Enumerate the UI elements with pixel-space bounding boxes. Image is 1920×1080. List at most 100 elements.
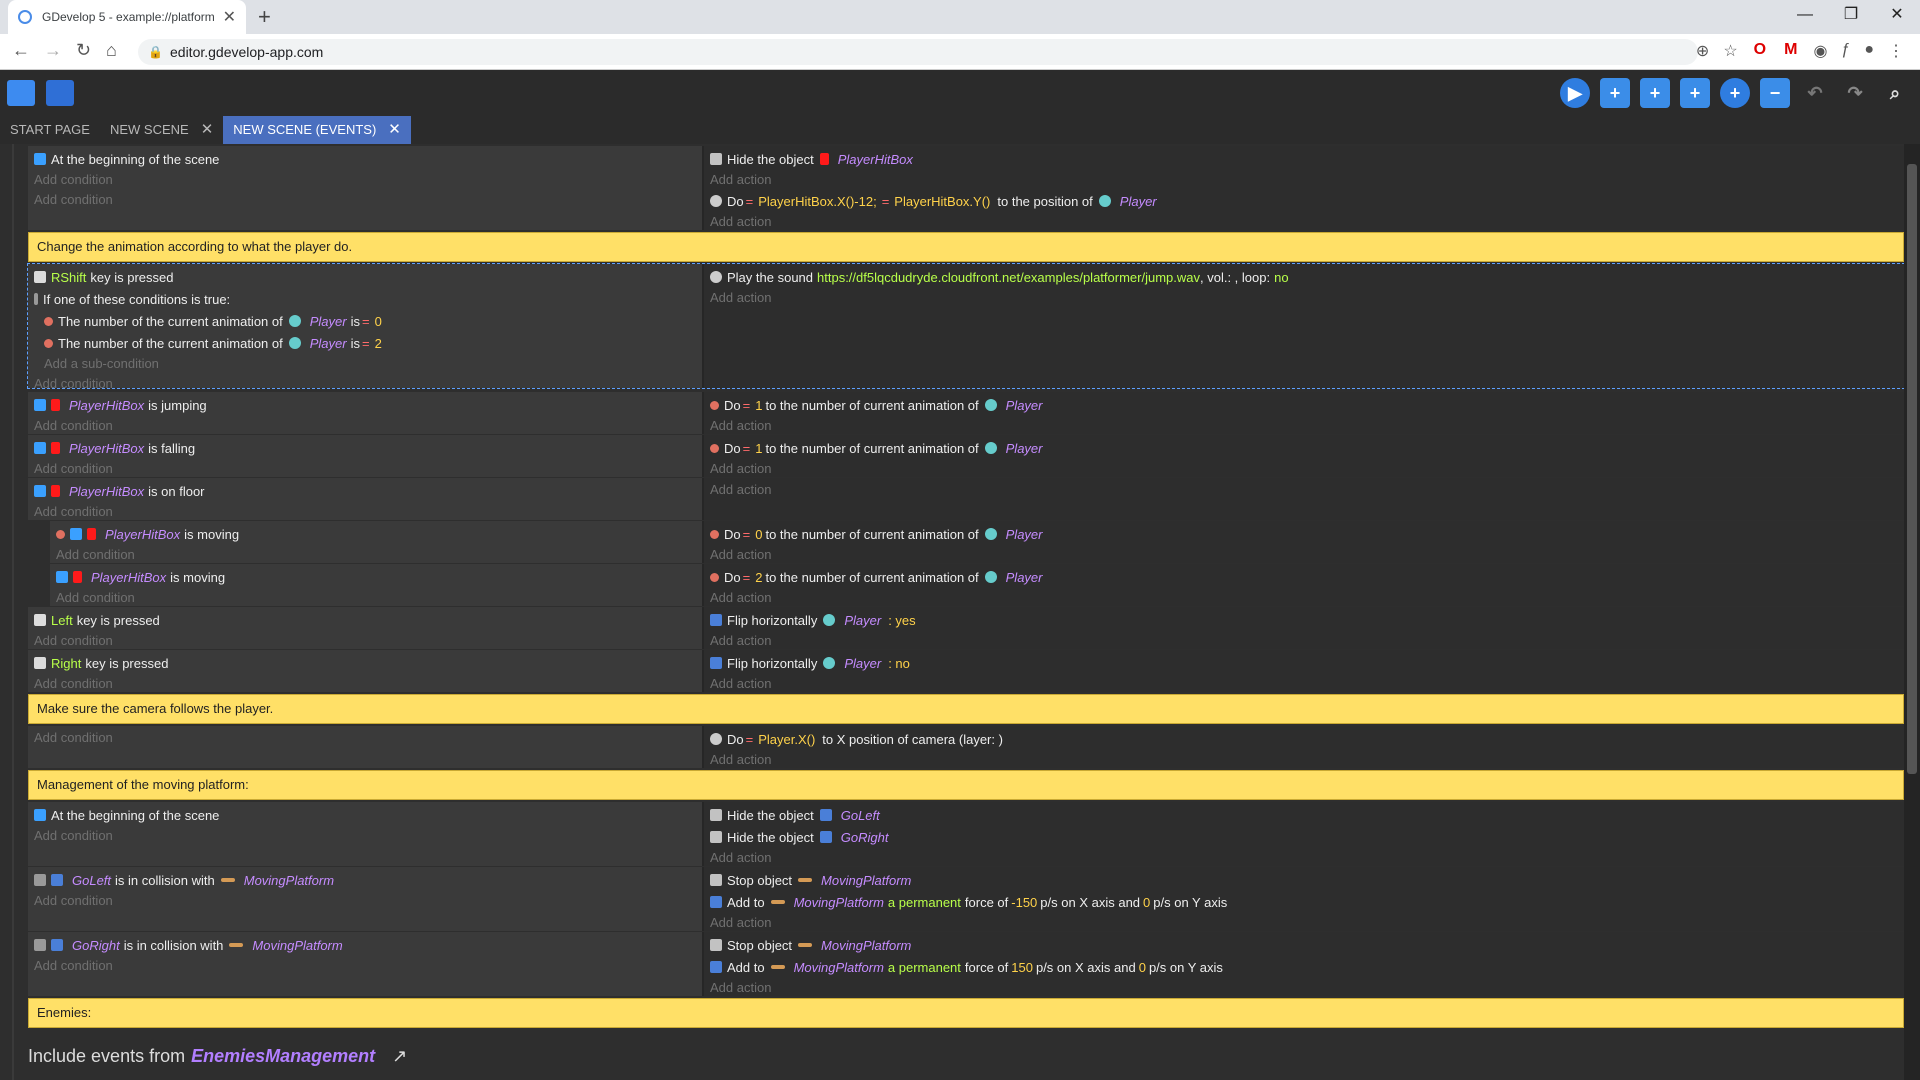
minimize-icon[interactable]: — bbox=[1782, 0, 1828, 34]
add-action-link[interactable]: Add action bbox=[704, 459, 1904, 479]
reload-icon[interactable]: ↻ bbox=[76, 40, 91, 61]
add-action-link[interactable]: Add action bbox=[704, 913, 1904, 933]
event-row[interactable]: At the beginning of the scene Add condit… bbox=[28, 802, 1904, 866]
install-icon[interactable]: ⊕ bbox=[1696, 41, 1709, 61]
conditions-column[interactable]: Add condition bbox=[28, 726, 704, 768]
search-icon[interactable]: ⌕ bbox=[1880, 78, 1910, 108]
add-other-icon[interactable]: + bbox=[1720, 78, 1750, 108]
condition[interactable]: PlayerHitBox is jumping bbox=[28, 394, 702, 416]
add-condition-link[interactable]: Add condition bbox=[28, 502, 702, 522]
conditions-column[interactable]: Left key is pressed Add condition bbox=[28, 607, 704, 649]
actions-column[interactable]: Hide the object PlayerHitBox Add action bbox=[704, 146, 1904, 188]
add-condition-link[interactable]: Add condition bbox=[28, 891, 702, 911]
conditions-column[interactable]: PlayerHitBox is moving Add condition bbox=[50, 521, 704, 563]
condition[interactable]: GoLeft is in collision with MovingPlatform bbox=[28, 869, 702, 891]
add-action-link[interactable]: Add action bbox=[704, 631, 1904, 651]
conditions-column[interactable]: RShift key is pressed If one of these con… bbox=[28, 264, 704, 391]
action[interactable]: Hide the object GoRight bbox=[704, 826, 1904, 848]
add-condition-link[interactable]: Add condition bbox=[50, 588, 702, 608]
event-row[interactable]: GoRight is in collision with MovingPlatfor… bbox=[28, 932, 1904, 996]
actions-column[interactable]: Flip horizontally Player: no Add action bbox=[704, 650, 1904, 692]
conditions-column[interactable]: GoLeft is in collision with MovingPlatform… bbox=[28, 867, 704, 931]
actions-column[interactable]: Do = 1 to the number of current animation o… bbox=[704, 435, 1904, 477]
actions-column[interactable]: Do = PlayerHitBox.X()-12; = PlayerHitBox.Y()… bbox=[704, 188, 1904, 230]
action[interactable]: Play the sound https://df5lqcdudryde.clou… bbox=[704, 266, 1904, 288]
sub-event-row[interactable]: PlayerHitBox is moving Add condition Do = 2… bbox=[50, 564, 1904, 606]
event-row[interactable]: PlayerHitBox is jumping Add condition Do =… bbox=[28, 392, 1904, 434]
add-condition-link[interactable]: Add condition bbox=[28, 374, 702, 394]
close-tab-icon[interactable]: ✕ bbox=[223, 7, 236, 27]
conditions-column[interactable]: PlayerHitBox is falling Add condition bbox=[28, 435, 704, 477]
conditions-column[interactable]: At the beginning of the scene Add condit… bbox=[28, 146, 704, 188]
event-row[interactable]: PlayerHitBox is falling Add condition Do =… bbox=[28, 435, 1904, 477]
action[interactable]: Hide the object GoLeft bbox=[704, 804, 1904, 826]
or-condition[interactable]: If one of these conditions is true: bbox=[28, 288, 702, 310]
conditions-column[interactable]: PlayerHitBox is on floor Add condition bbox=[28, 478, 704, 520]
scrollbar-thumb[interactable] bbox=[1907, 164, 1917, 774]
condition[interactable]: PlayerHitBox is falling bbox=[28, 437, 702, 459]
comment[interactable]: Make sure the camera follows the player. bbox=[28, 694, 1904, 724]
event-row[interactable]: Right key is pressed Add condition Flip h… bbox=[28, 650, 1904, 692]
condition[interactable]: Right key is pressed bbox=[28, 652, 702, 674]
play-icon[interactable]: ▶ bbox=[1560, 78, 1590, 108]
gmail-icon[interactable]: M bbox=[1784, 41, 1797, 61]
event-row[interactable]: Add condition Do = Player.X() to X position… bbox=[28, 726, 1904, 768]
add-condition-link[interactable]: Add condition bbox=[28, 631, 702, 651]
extension-icon[interactable]: ◉ bbox=[1813, 41, 1827, 61]
add-action-link[interactable]: Add action bbox=[704, 545, 1904, 565]
actions-column[interactable]: Do = 1 to the number of current animation o… bbox=[704, 392, 1904, 434]
condition[interactable]: PlayerHitBox is moving bbox=[50, 566, 702, 588]
event-row[interactable]: GoLeft is in collision with MovingPlatform… bbox=[28, 867, 1904, 931]
action[interactable]: Add to MovingPlatform a permanent force of 1… bbox=[704, 956, 1904, 978]
close-window-icon[interactable]: ✕ bbox=[1874, 0, 1920, 34]
actions-column[interactable]: Do = 2 to the number of current animation o… bbox=[704, 564, 1904, 606]
event-row[interactable]: RShift key is pressed If one of these con… bbox=[27, 263, 1904, 391]
scene-icon[interactable] bbox=[46, 80, 74, 106]
include-event[interactable]: Include events from EnemiesManagement ↗ bbox=[28, 1046, 407, 1067]
maximize-icon[interactable]: ❐ bbox=[1828, 0, 1874, 34]
conditions-column[interactable]: GoRight is in collision with MovingPlatfor… bbox=[28, 932, 704, 996]
redo-icon[interactable]: ↷ bbox=[1840, 78, 1870, 108]
add-condition-link[interactable]: Add condition bbox=[28, 459, 702, 479]
profile-icon[interactable]: ● bbox=[1864, 41, 1874, 61]
undo-icon[interactable]: ↶ bbox=[1800, 78, 1830, 108]
condition[interactable]: PlayerHitBox is on floor bbox=[28, 480, 702, 502]
action[interactable]: Do = PlayerHitBox.X()-12; = PlayerHitBox.Y()… bbox=[704, 190, 1904, 212]
back-icon[interactable]: ← bbox=[12, 40, 30, 61]
open-external-icon[interactable]: ↗ bbox=[392, 1046, 407, 1066]
comment[interactable]: Management of the moving platform: bbox=[28, 770, 1904, 800]
add-condition-link[interactable]: Add condition bbox=[28, 826, 702, 846]
event-sheet[interactable]: At the beginning of the scene Add condit… bbox=[0, 144, 1904, 1080]
add-comment-icon[interactable]: + bbox=[1680, 78, 1710, 108]
conditions-column[interactable]: PlayerHitBox is moving Add condition bbox=[50, 564, 704, 606]
star-icon[interactable]: ☆ bbox=[1723, 41, 1737, 61]
add-condition-link[interactable]: Add condition bbox=[28, 190, 702, 210]
add-condition-link[interactable]: Add condition bbox=[50, 545, 702, 565]
condition[interactable]: PlayerHitBox is moving bbox=[50, 523, 702, 545]
action[interactable]: Stop object MovingPlatform bbox=[704, 934, 1904, 956]
comment[interactable]: Enemies: bbox=[28, 998, 1904, 1028]
action[interactable]: Add to MovingPlatform a permanent force of -… bbox=[704, 891, 1904, 913]
external-events-name[interactable]: EnemiesManagement bbox=[191, 1046, 375, 1066]
action[interactable]: Do = 1 to the number of current animation o… bbox=[704, 394, 1904, 416]
add-action-link[interactable]: Add action bbox=[704, 588, 1904, 608]
conditions-column[interactable]: Right key is pressed Add condition bbox=[28, 650, 704, 692]
add-event-icon[interactable]: + bbox=[1600, 78, 1630, 108]
action[interactable]: Flip horizontally Player: yes bbox=[704, 609, 1904, 631]
tab-new-scene[interactable]: NEW SCENE ✕ bbox=[100, 116, 223, 144]
event-row[interactable]: Left key is pressed Add condition Flip ho… bbox=[28, 607, 1904, 649]
function-icon[interactable]: ƒ bbox=[1841, 41, 1850, 61]
url-field[interactable]: 🔒 editor.gdevelop-app.com bbox=[138, 39, 1698, 65]
add-condition-link[interactable]: Add condition bbox=[28, 728, 702, 748]
add-action-link[interactable]: Add action bbox=[704, 170, 1904, 190]
action[interactable]: Hide the object PlayerHitBox bbox=[704, 148, 1904, 170]
actions-column[interactable]: Add action bbox=[704, 478, 1904, 520]
add-condition-link[interactable]: Add condition bbox=[28, 674, 702, 694]
sub-condition[interactable]: The number of the current animation of Pl… bbox=[28, 332, 702, 354]
actions-column[interactable]: Hide the object GoLeft Hide the object GoR… bbox=[704, 802, 1904, 866]
conditions-column[interactable]: Add condition bbox=[28, 188, 704, 230]
conditions-column[interactable]: At the beginning of the scene Add condit… bbox=[28, 802, 704, 866]
close-tab-icon[interactable]: ✕ bbox=[388, 116, 401, 144]
action[interactable]: Do = Player.X() to X position of camera (la… bbox=[704, 728, 1904, 750]
event-row[interactable]: At the beginning of the scene Add condit… bbox=[28, 146, 1904, 188]
